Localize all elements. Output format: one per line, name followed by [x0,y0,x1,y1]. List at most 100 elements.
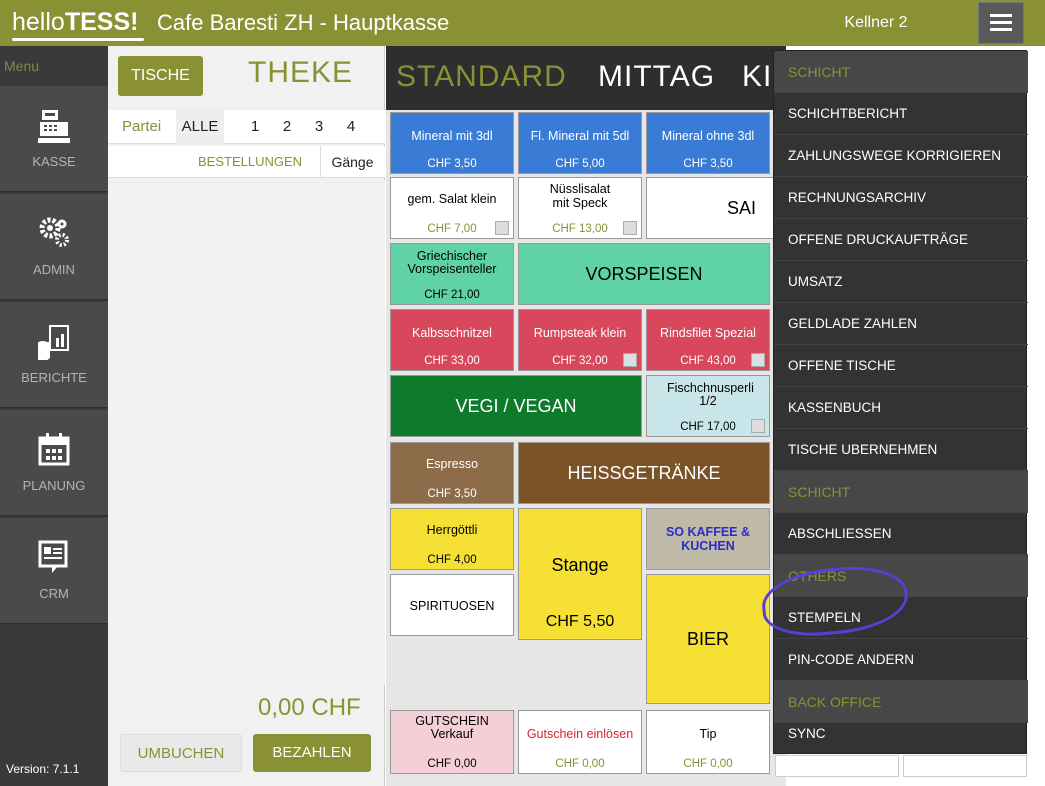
calendar-icon [38,433,70,466]
menu-item-abschliessen[interactable]: ABSCHLIESSEN [774,513,1028,555]
menu-item-schichtbericht[interactable]: SCHICHTBERICHT [774,93,1028,135]
hamburger-line [990,14,1012,17]
party-tab-1[interactable]: 1 [246,110,264,144]
hamburger-menu-icon[interactable] [978,2,1024,44]
product-name: Mineral mit 3dl [411,129,493,143]
product-name: Rindsfilet Spezial [660,326,756,340]
gears-icon [39,217,69,247]
party-tab-4[interactable]: 4 [342,110,360,144]
menu-item-offene-tische[interactable]: OFFENE TISCHE [774,345,1028,387]
nav-label: BERICHTE [21,370,87,385]
category-tile-vorspeisen[interactable]: VORSPEISEN [518,243,770,305]
crm-icon [38,540,68,573]
product-tile[interactable]: Nüsslisalat mit Speck CHF 13,00 [518,177,642,239]
product-name: Mineral ohne 3dl [661,129,755,143]
hamburger-line [990,28,1012,31]
product-tile[interactable]: Herrgöttli CHF 4,00 [390,508,514,570]
product-name: Fischchnusperli 1/2 [667,381,754,408]
nav-item-planung[interactable]: PLANUNG [0,410,108,516]
app-root: helloTESS! Cafe Baresti ZH - Hauptkasse … [0,0,1045,786]
product-name: Rumpsteak klein [533,326,627,340]
menu-item-zahlungswege-korrigieren[interactable]: ZAHLUNGSWEGE KORRIGIEREN [774,135,1028,177]
product-tile[interactable]: Rumpsteak klein CHF 32,00 [518,309,642,371]
tab-orders[interactable]: BESTELLUNGEN [198,154,302,169]
product-name: BIER [686,629,729,649]
tab-courses[interactable]: Gänge [320,146,384,178]
pay-button[interactable]: BEZAHLEN [253,734,371,772]
nav-item-kasse[interactable]: KASSE [0,86,108,192]
category-tile-heissgetraenke[interactable]: HEISSGETRÄNKE [518,442,770,504]
category-tile-vegi[interactable]: VEGI / VEGAN [390,375,642,437]
product-tile[interactable]: Rindsfilet Spezial CHF 43,00 [646,309,770,371]
user-name: Kellner 2 [844,14,908,31]
product-tile-stange[interactable]: Stange CHF 5,50 [518,508,642,640]
menu-item-offene-druckauftraege[interactable]: OFFENE DRUCKAUFTRÄGE [774,219,1028,261]
rebook-button[interactable]: UMBUCHEN [120,734,242,772]
category-tile-spirituosen[interactable]: SPIRITUOSEN [390,574,514,636]
category-tab-standard[interactable]: STANDARD [396,60,567,94]
product-name: gem. Salat klein [407,192,497,206]
product-name: VORSPEISEN [585,264,703,284]
product-price: CHF 4,00 [427,554,477,566]
nav-label: ADMIN [33,262,75,277]
left-nav: Menu KASSE ADMIN BERICHTE PLANUNG CRM Ve… [0,46,108,786]
category-tile-bier[interactable]: BIER [646,574,770,704]
product-tile[interactable]: SAI [646,177,786,239]
info-flag-icon [751,353,765,367]
nav-item-crm[interactable]: CRM [0,518,108,624]
product-tile[interactable]: Mineral mit 3dl CHF 3,50 [390,112,514,174]
product-tile[interactable]: GUTSCHEIN Verkauf CHF 0,00 [390,710,514,774]
register-icon [38,110,70,143]
report-icon [38,325,69,360]
location-title: THEKE [248,56,354,89]
product-name: Stange [551,555,609,575]
menu-item-pin-code-aendern[interactable]: PIN-CODE ANDERN [774,639,1028,681]
menu-item-sync[interactable]: SYNC [774,713,1028,755]
product-name: Tip [699,727,717,741]
party-tab-all[interactable]: ALLE [176,110,224,144]
product-tile[interactable]: Espresso CHF 3,50 [390,442,514,504]
nav-item-berichte[interactable]: BERICHTE [0,302,108,408]
product-name: Fl. Mineral mit 5dl [530,129,630,143]
product-name: Espresso [425,457,479,471]
menu-item-rechnungsarchiv[interactable]: RECHNUNGSARCHIV [774,177,1028,219]
category-tab-mittag[interactable]: MITTAG [598,60,715,94]
party-label: Partei [122,118,162,135]
tables-button[interactable]: TISCHE [118,56,203,96]
menu-item-umsatz[interactable]: UMSATZ [774,261,1028,303]
product-price: CHF 3,50 [427,488,477,500]
product-price: CHF 3,50 [427,158,477,170]
user-area[interactable]: Kellner 2 [775,0,977,46]
nav-label: KASSE [32,154,76,169]
product-price: CHF 0,00 [427,758,477,770]
product-tile[interactable]: Gutschein einlösen CHF 0,00 [518,710,642,774]
party-tab-2[interactable]: 2 [278,110,296,144]
product-tile[interactable]: Fischchnusperli 1/2 CHF 17,00 [646,375,770,437]
party-tab-3[interactable]: 3 [310,110,328,144]
product-price: CHF 5,00 [555,158,605,170]
menu-item-tische-uebernehmen[interactable]: TISCHE UBERNEHMEN [774,429,1028,471]
menu-label: Menu [4,58,40,74]
menu-item-stempeln[interactable]: STEMPELN [774,597,1028,639]
product-tile[interactable]: Mineral ohne 3dl CHF 3,50 [646,112,770,174]
product-tile[interactable]: gem. Salat klein CHF 7,00 [390,177,514,239]
product-price: CHF 0,00 [683,758,733,770]
category-tab-ki[interactable]: KI [742,60,772,94]
product-tile-hidden[interactable] [775,755,899,777]
category-tile-kaffee-kuchen[interactable]: SO KAFFEE & KUCHEN [646,508,770,570]
menu-section-others: OTHERS [774,555,1028,597]
order-list[interactable] [108,180,385,685]
product-price: CHF 33,00 [424,355,480,367]
product-tile[interactable]: Griechischer Vorspeisenteller CHF 21,00 [390,243,514,305]
menu-section-schicht-2: SCHICHT [774,471,1028,513]
menu-item-geldlade-zahlen[interactable]: GELDLADE ZAHLEN [774,303,1028,345]
product-tile[interactable]: Kalbsschnitzel CHF 33,00 [390,309,514,371]
nav-item-admin[interactable]: ADMIN [0,194,108,300]
product-price: CHF 5,50 [545,613,615,630]
product-tile[interactable]: Fl. Mineral mit 5dl CHF 5,00 [518,112,642,174]
product-name: SO KAFFEE & KUCHEN [665,525,751,553]
product-tile[interactable]: Tip CHF 0,00 [646,710,770,774]
menu-item-kassenbuch[interactable]: KASSENBUCH [774,387,1028,429]
version-label: Version: 7.1.1 [6,762,80,776]
product-tile-hidden[interactable] [903,755,1027,777]
